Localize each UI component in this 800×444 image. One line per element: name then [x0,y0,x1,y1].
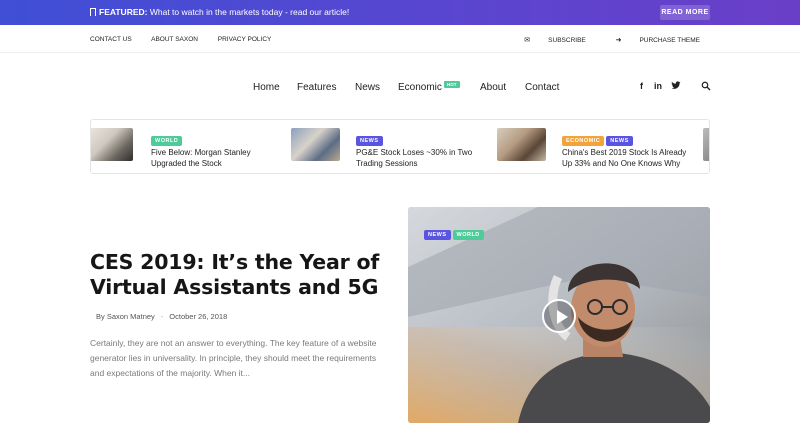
purchase-label: PURCHASE THEME [639,37,700,44]
hot-badge: HOT [444,81,460,88]
ticker-thumbnail[interactable] [91,128,133,161]
ticker-title[interactable]: Five Below: Morgan Stanley Upgraded the … [151,147,286,169]
facebook-icon[interactable]: f [640,81,643,91]
nav-contact[interactable]: Contact [525,82,559,93]
envelope-icon: ✉ [524,37,531,44]
nav-economic[interactable]: Economic [398,82,442,93]
featured-label: FEATURED: [99,7,148,17]
featured-bar: FEATURED: What to watch in the markets t… [0,0,800,25]
featured-text[interactable]: FEATURED: What to watch in the markets t… [90,7,349,17]
tag-news[interactable]: NEWS [606,136,633,146]
bookmark-icon [90,8,96,16]
hero-tags: NEWS WORLD [424,223,486,241]
nav-home[interactable]: Home [253,82,280,93]
meta-separator: - [160,312,164,321]
ticker-thumbnail[interactable] [291,128,340,161]
nav-about[interactable]: About [480,82,506,93]
linkedin-icon[interactable]: in [654,81,662,91]
secondary-nav: CONTACT US ABOUT SAXON PRIVACY POLICY ✉ S… [0,25,800,53]
tag-economic[interactable]: ECONOMIC [562,136,605,146]
ticker-thumbnail[interactable] [497,128,546,161]
privacy-policy-link[interactable]: PRIVACY POLICY [218,36,272,43]
tag-world[interactable]: WORLD [151,136,183,146]
read-more-button[interactable]: READ MORE [660,5,710,20]
ticker-title[interactable]: China's Best 2019 Stock Is Already Up 33… [562,147,692,169]
ticker-title[interactable]: PG&E Stock Loses ~30% in Two Trading Ses… [356,147,491,169]
purchase-theme-link[interactable]: ➜ PURCHASE THEME [602,37,700,44]
nav-news[interactable]: News [355,82,380,93]
twitter-icon[interactable] [671,81,681,92]
subscribe-link[interactable]: ✉ SUBSCRIBE [510,37,585,44]
featured-headline: What to watch in the markets today - rea… [147,7,350,17]
main-nav: Home Features News Economic HOT About Co… [0,78,800,98]
article-excerpt: Certainly, they are not an answer to eve… [90,338,377,378]
article-image[interactable]: NEWS WORLD [408,207,710,423]
tag-news[interactable]: NEWS [356,136,383,146]
ticker-item[interactable] [703,128,709,168]
contact-us-link[interactable]: CONTACT US [90,36,132,43]
play-button[interactable] [542,299,576,333]
ticker-item[interactable]: NEWS PG&E Stock Loses ~30% in Two Tradin… [291,128,496,168]
tag-world[interactable]: WORLD [452,230,484,240]
article-author[interactable]: By Saxon Matney [96,312,155,321]
ticker-item[interactable]: ECONOMIC NEWS China's Best 2019 Stock Is … [497,128,709,169]
subscribe-label: SUBSCRIBE [548,37,586,44]
article-title[interactable]: CES 2019: It’s the Year of Virtual Assis… [90,250,390,300]
ticker-thumbnail[interactable] [703,128,709,161]
search-icon[interactable] [701,81,711,93]
article-date: October 26, 2018 [169,312,228,321]
nav-features[interactable]: Features [297,82,336,93]
about-saxon-link[interactable]: ABOUT SAXON [151,36,198,43]
news-ticker: WORLD Five Below: Morgan Stanley Upgrade… [90,119,710,174]
ticker-item[interactable]: WORLD Five Below: Morgan Stanley Upgrade… [91,128,291,168]
article-meta: By Saxon Matney - October 26, 2018 [96,312,227,321]
arrow-circle-icon: ➜ [615,37,622,44]
tag-news[interactable]: NEWS [424,230,451,240]
